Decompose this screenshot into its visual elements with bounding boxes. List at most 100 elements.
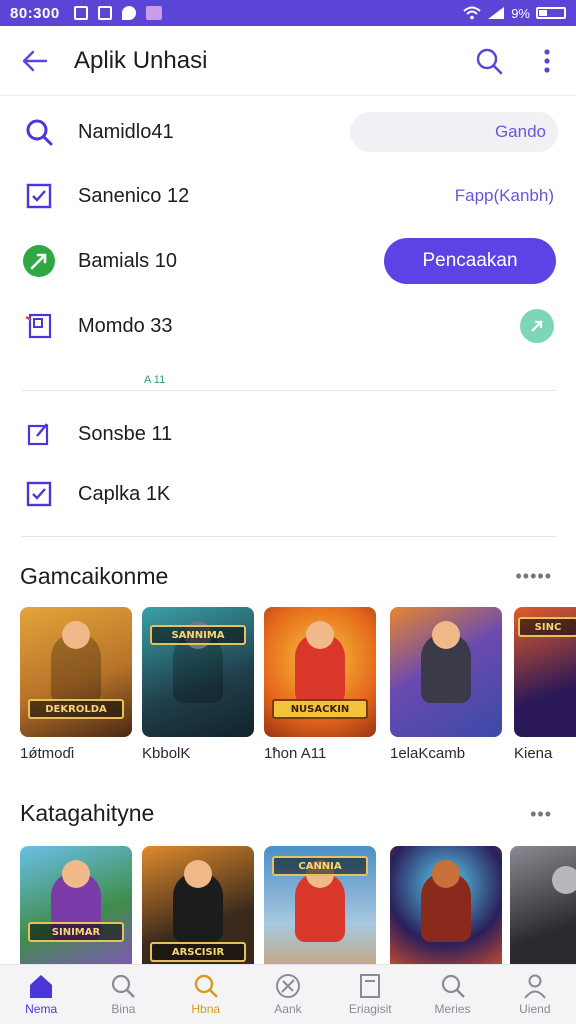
nav-label: Eriagisit [348,1002,392,1016]
category-card[interactable] [390,846,502,964]
divider [22,536,556,537]
signal-icon [488,7,505,19]
compass-icon [275,974,300,998]
game-thumbnail: SINC [514,607,576,737]
nav-item-4[interactable]: Aank [247,965,329,1024]
game-card[interactable]: SANNIMA KbbolK [142,607,254,762]
setting-label: Sonsbe 11 [78,422,173,445]
search-button[interactable] [460,26,518,96]
nav-item-7[interactable]: Uiend [494,965,576,1024]
arrow-left-icon [22,50,48,71]
games-strip: DEKROLDA 1ǿtmoɗi SANNIMA KbbolK NUSACKIN… [20,607,576,767]
home-icon [30,975,53,998]
setting-row-2[interactable]: Sanenico 12 Fapp(Kanbh) [0,164,576,228]
bottom-navigation: Nema Bina Hbna Aank Eriagisit Meries Uie… [0,964,576,1024]
setting-row-6[interactable]: Caplka 1K [0,462,576,526]
game-caption: Kiena [514,745,553,762]
game-thumbnail: NUSACKIN [264,607,376,737]
setting-row-4[interactable]: Momdo 33 [0,294,576,358]
game-thumbnail: SANNIMA [142,607,254,737]
setting-label: Namidlo41 [78,120,174,143]
game-card[interactable]: DEKROLDA 1ǿtmoɗi [20,607,132,762]
game-thumbnail [390,607,502,737]
edit-note-icon [27,423,49,446]
wifi-icon [463,6,481,20]
game-thumbnail: DEKROLDA [20,607,132,737]
page-title: Aplik Unhasi [74,46,208,74]
category-thumbnail: CANNIA [264,846,376,964]
status-time: 80:300 [10,4,60,22]
nav-item-3[interactable]: Hbna [165,965,247,1024]
image-edit-icon [25,313,52,339]
setting-row-3[interactable]: Bamials 10 Pencaakan [0,229,576,293]
setting-input[interactable]: Gando [350,112,558,152]
leaf-icon [531,320,543,332]
nav-label: Nema [25,1002,58,1016]
search-icon [476,48,503,74]
category-banner: SINIMAR [28,922,124,942]
book-icon [360,974,381,998]
person-icon [524,974,546,999]
nav-item-6[interactable]: Meries [411,965,493,1024]
game-card[interactable]: NUSACKIN 1ħon A11 [264,607,376,762]
setting-label: Sanenico 12 [78,184,190,207]
nav-label: Meries [434,1002,471,1016]
category-thumbnail: SINIMAR [20,846,132,964]
setting-row-5[interactable]: Sonsbe 11 [0,402,576,466]
status-bar: 80:300 9% [0,0,576,26]
categories-section-title: Katagahityne [20,800,155,826]
section-tag: A 11 [144,374,166,386]
categories-more-button[interactable]: ••• [530,804,552,825]
game-caption: 1elaKcamb [390,745,466,762]
game-caption: 1ǿtmoɗi [20,745,75,762]
game-banner: NUSACKIN [272,699,368,719]
status-indicator[interactable] [520,309,554,343]
divider [22,390,556,391]
notification-icon [73,6,88,20]
games-more-button[interactable]: ••••• [515,566,552,587]
game-banner: SANNIMA [150,625,246,645]
game-card[interactable]: SINC Kiena [514,607,576,762]
setting-label: Caplka 1K [78,482,171,505]
category-thumbnail: ARSCISIR [142,846,254,964]
chat-icon [121,6,136,20]
search-icon [441,974,465,998]
search-icon [112,974,136,998]
games-section-title: Gamcaikonme [20,563,169,589]
square-icon [97,6,112,20]
category-banner: CANNIA [272,856,368,876]
nav-item-2[interactable]: Bina [82,965,164,1024]
game-caption: 1ħon A11 [264,745,327,762]
game-card[interactable]: 1elaKcamb [390,607,502,762]
nav-label: Hbna [191,1002,221,1016]
setting-label: Momdo 33 [78,314,173,337]
game-banner: SINC [518,617,576,637]
search-icon [26,119,53,146]
back-button[interactable] [0,26,70,96]
nav-label: Uiend [519,1002,551,1016]
category-card[interactable]: ARSCISIR [142,846,254,964]
category-thumbnail [390,846,502,964]
game-caption: KbbolK [142,745,191,762]
category-thumbnail [510,846,576,964]
app-bar: Aplik Unhasi [0,26,576,96]
game-banner: DEKROLDA [28,699,124,719]
primary-action-button[interactable]: Pencaakan [384,238,556,284]
category-banner: ARSCISIR [150,942,246,962]
nav-item-home[interactable]: Nema [0,965,82,1024]
category-card[interactable]: CANNIA [264,846,376,964]
more-vertical-icon [544,48,550,73]
app-icon [145,6,162,20]
checkbox-icon [26,481,52,507]
rocket-icon [23,245,55,277]
category-card[interactable] [510,846,576,964]
setting-row-1[interactable]: Namidlo41 Gando [0,100,576,164]
nav-item-5[interactable]: Eriagisit [329,965,411,1024]
battery-icon [536,7,566,19]
category-card[interactable]: SINIMAR [20,846,132,964]
battery-percent: 9% [511,5,530,21]
nav-label: Bina [111,1002,136,1016]
search-icon [194,974,218,998]
overflow-menu-button[interactable] [518,26,576,96]
setting-link[interactable]: Fapp(Kanbh) [455,186,554,206]
